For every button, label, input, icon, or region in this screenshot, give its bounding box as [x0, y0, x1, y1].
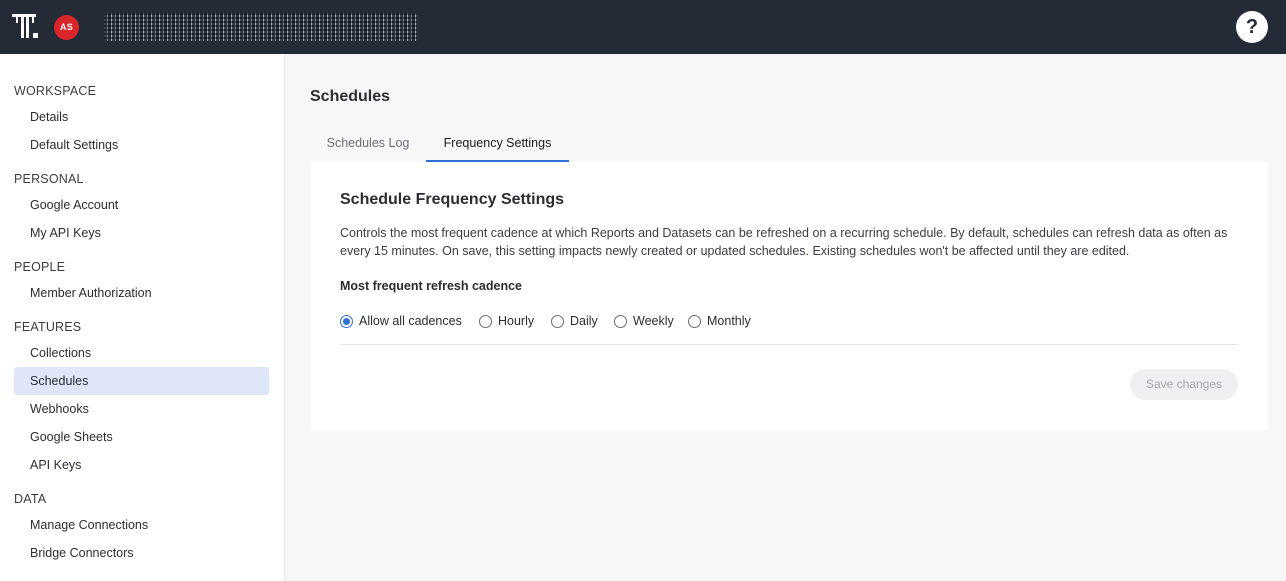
sidebar-item-member-authorization[interactable]: Member Authorization: [14, 279, 269, 307]
radio-daily[interactable]: Daily: [551, 312, 598, 330]
frequency-settings-card: Schedule Frequency Settings Controls the…: [310, 162, 1268, 430]
radio-hourly[interactable]: Hourly: [479, 312, 534, 330]
sidebar-item-bridge-connectors[interactable]: Bridge Connectors: [14, 539, 269, 567]
radio-checked-icon[interactable]: [340, 314, 353, 328]
top-bar: AS ?: [0, 0, 1286, 54]
sidebar-item-details[interactable]: Details: [14, 103, 269, 131]
radio-unchecked-icon[interactable]: [479, 314, 492, 328]
sidebar-item-api-keys[interactable]: API Keys: [14, 451, 269, 479]
divider: [340, 344, 1238, 345]
tab-schedules-log[interactable]: Schedules Log: [310, 124, 426, 162]
radio-allow-all-cadences[interactable]: Allow all cadences: [340, 312, 462, 330]
radio-monthly[interactable]: Monthly: [688, 312, 751, 330]
cadence-field-label: Most frequent refresh cadence: [340, 279, 522, 293]
radio-unchecked-icon[interactable]: [551, 314, 564, 328]
sidebar-item-manage-connections[interactable]: Manage Connections: [14, 511, 269, 539]
radio-label: Allow all cadences: [359, 314, 462, 328]
tab-frequency-settings[interactable]: Frequency Settings: [426, 124, 569, 162]
radio-weekly[interactable]: Weekly: [614, 312, 674, 330]
radio-unchecked-icon[interactable]: [614, 314, 627, 328]
card-description: Controls the most frequent cadence at wh…: [340, 226, 1228, 258]
sidebar-item-default-settings[interactable]: Default Settings: [14, 131, 269, 159]
radio-unchecked-icon[interactable]: [688, 314, 701, 328]
card-title: Schedule Frequency Settings: [340, 191, 565, 208]
sidebar-item-google-account[interactable]: Google Account: [14, 191, 269, 219]
sidebar-item-schedules[interactable]: Schedules: [14, 367, 269, 395]
sidebar-section-features: FEATURES: [14, 320, 82, 334]
avatar[interactable]: AS: [54, 15, 79, 40]
page-title: Schedules: [310, 88, 391, 105]
sidebar-section-workspace: WORKSPACE: [14, 84, 97, 98]
radio-label: Monthly: [707, 314, 751, 328]
sidebar-section-personal: PERSONAL: [14, 172, 84, 186]
sidebar-section-people: PEOPLE: [14, 260, 66, 274]
sidebar-section-data: DATA: [14, 492, 47, 506]
radio-label: Hourly: [498, 314, 535, 328]
settings-sidebar: WORKSPACE Details Default Settings PERSO…: [0, 54, 285, 581]
radio-label: Daily: [570, 314, 598, 328]
save-changes-button[interactable]: Save changes: [1130, 369, 1238, 400]
sidebar-item-my-api-keys[interactable]: My API Keys: [14, 219, 269, 247]
sidebar-item-collections[interactable]: Collections: [14, 339, 269, 367]
sidebar-item-webhooks[interactable]: Webhooks: [14, 395, 269, 423]
sidebar-item-google-sheets[interactable]: Google Sheets: [14, 423, 269, 451]
workspace-name-redacted: [104, 13, 418, 41]
help-button[interactable]: ?: [1236, 11, 1268, 43]
radio-label: Weekly: [633, 314, 674, 328]
tabular-logo-icon[interactable]: [12, 14, 40, 40]
